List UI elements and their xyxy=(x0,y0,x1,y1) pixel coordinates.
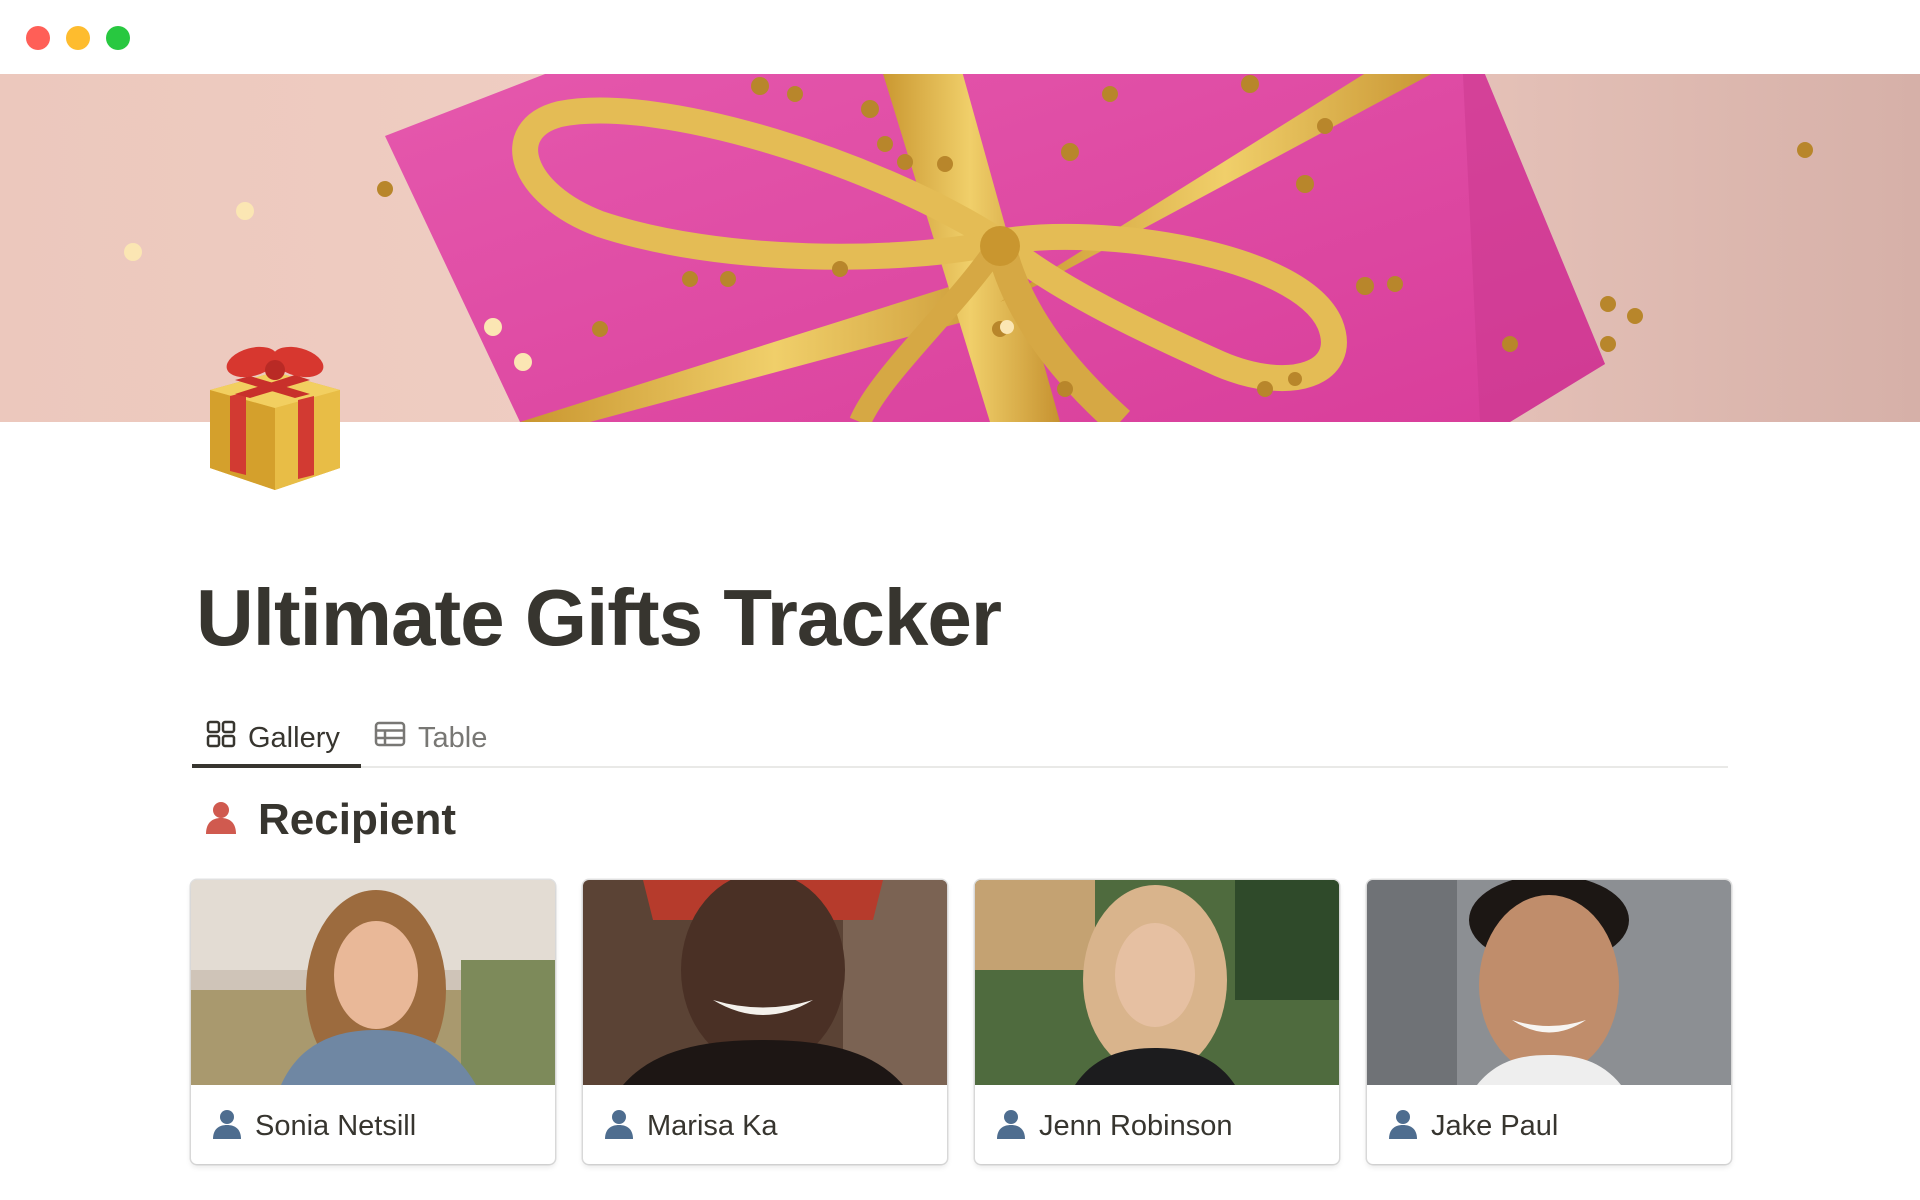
gallery-icon xyxy=(206,720,236,756)
tab-table[interactable]: Table xyxy=(374,710,487,766)
tab-gallery[interactable]: Gallery xyxy=(206,710,340,766)
recipient-name: Marisa Ka xyxy=(647,1109,778,1142)
recipient-photo xyxy=(1367,880,1731,1085)
person-icon xyxy=(204,800,238,841)
section-title: Recipient xyxy=(258,795,457,844)
recipient-name-row: Jenn Robinson xyxy=(995,1104,1232,1148)
page-title: Ultimate Gifts Tracker xyxy=(196,573,1002,662)
tab-table-label: Table xyxy=(418,721,488,754)
close-window-button[interactable] xyxy=(26,26,50,50)
section-heading: Recipient xyxy=(204,790,456,850)
zoom-window-button[interactable] xyxy=(106,26,130,50)
tab-gallery-label: Gallery xyxy=(248,721,340,754)
person-icon xyxy=(211,1108,243,1145)
recipient-name-row: Sonia Netsill xyxy=(211,1104,416,1148)
recipient-name-row: Marisa Ka xyxy=(603,1104,778,1148)
wrapped-gift-icon[interactable] xyxy=(190,330,360,500)
recipient-name-row: Jake Paul xyxy=(1387,1104,1558,1148)
active-tab-indicator xyxy=(192,764,361,768)
person-icon xyxy=(1387,1108,1419,1145)
person-icon xyxy=(995,1108,1027,1145)
view-tabs: Gallery Table xyxy=(192,700,1728,768)
window-titlebar xyxy=(0,0,1920,74)
recipient-photo xyxy=(583,880,947,1085)
recipient-name: Sonia Netsill xyxy=(255,1109,417,1142)
recipient-card[interactable]: Jenn Robinson xyxy=(975,880,1339,1164)
recipient-name: Jake Paul xyxy=(1431,1109,1559,1142)
recipient-name: Jenn Robinson xyxy=(1039,1109,1233,1142)
recipient-card[interactable]: Marisa Ka xyxy=(583,880,947,1164)
minimize-window-button[interactable] xyxy=(66,26,90,50)
recipient-card[interactable]: Jake Paul xyxy=(1367,880,1731,1164)
recipient-photo xyxy=(191,880,555,1085)
table-icon xyxy=(374,721,406,755)
recipient-card[interactable]: Sonia Netsill xyxy=(191,880,555,1164)
person-icon xyxy=(603,1108,635,1145)
recipient-photo xyxy=(975,880,1339,1085)
